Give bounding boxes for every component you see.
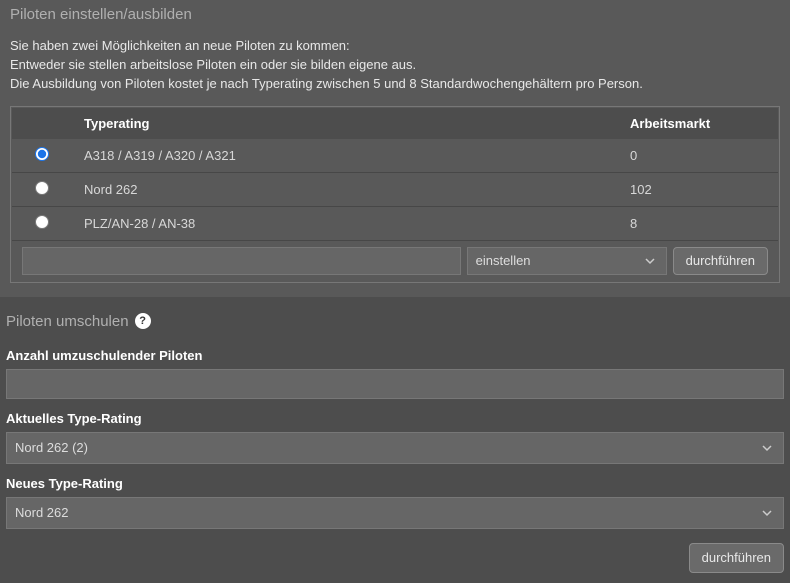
intro-line-3: Die Ausbildung von Piloten kostet je nac… (10, 75, 780, 94)
retrain-execute-button[interactable]: durchführen (689, 543, 784, 573)
hire-action-select-value: einstellen (476, 253, 531, 268)
hire-train-title: Piloten einstellen/ausbilden (0, 0, 790, 29)
radio-typerating-2[interactable] (35, 215, 49, 229)
intro-text: Sie haben zwei Möglichkeiten an neue Pil… (10, 37, 780, 94)
retrain-panel: Piloten umschulen ? Anzahl umzuschulende… (0, 307, 790, 583)
new-rating-value: Nord 262 (15, 505, 68, 520)
chevron-down-icon (761, 507, 773, 519)
hire-train-body: Sie haben zwei Möglichkeiten an neue Pil… (0, 29, 790, 297)
chevron-down-icon (761, 442, 773, 454)
cell-market: 102 (618, 172, 778, 206)
cell-rating: PLZ/AN-28 / AN-38 (72, 206, 618, 240)
current-rating-select[interactable]: Nord 262 (2) (6, 432, 784, 464)
count-label: Anzahl umzuschulender Piloten (6, 348, 784, 363)
header-typerating: Typerating (72, 108, 618, 139)
cell-market: 8 (618, 206, 778, 240)
chevron-down-icon (644, 255, 656, 267)
new-rating-label: Neues Type-Rating (6, 476, 784, 491)
hire-execute-button[interactable]: durchführen (673, 247, 768, 275)
cell-rating: A318 / A319 / A320 / A321 (72, 139, 618, 173)
intro-line-1: Sie haben zwei Möglichkeiten an neue Pil… (10, 37, 780, 56)
retrain-title: Piloten umschulen ? (0, 307, 790, 336)
retrain-count-input[interactable] (6, 369, 784, 399)
table-row: PLZ/AN-28 / AN-38 8 (12, 206, 778, 240)
cell-rating: Nord 262 (72, 172, 618, 206)
radio-typerating-0[interactable] (35, 147, 49, 161)
current-rating-label: Aktuelles Type-Rating (6, 411, 784, 426)
header-market: Arbeitsmarkt (618, 108, 778, 139)
cell-market: 0 (618, 139, 778, 173)
hire-action-select[interactable]: einstellen (467, 247, 667, 275)
current-rating-value: Nord 262 (2) (15, 440, 88, 455)
radio-typerating-1[interactable] (35, 181, 49, 195)
spacer-box (22, 247, 461, 275)
action-row: einstellen durchführen (12, 240, 778, 281)
retrain-title-text: Piloten umschulen (6, 313, 129, 330)
help-icon[interactable]: ? (135, 313, 151, 329)
hire-train-title-text: Piloten einstellen/ausbilden (10, 6, 192, 23)
new-rating-select[interactable]: Nord 262 (6, 497, 784, 529)
table-header-row: Typerating Arbeitsmarkt (12, 108, 778, 139)
typerating-table: Typerating Arbeitsmarkt A318 / A319 / A3… (10, 106, 780, 283)
hire-train-panel: Piloten einstellen/ausbilden Sie haben z… (0, 0, 790, 297)
table-row: A318 / A319 / A320 / A321 0 (12, 139, 778, 173)
table-row: Nord 262 102 (12, 172, 778, 206)
header-radio (12, 108, 72, 139)
intro-line-2: Entweder sie stellen arbeitslose Piloten… (10, 56, 780, 75)
